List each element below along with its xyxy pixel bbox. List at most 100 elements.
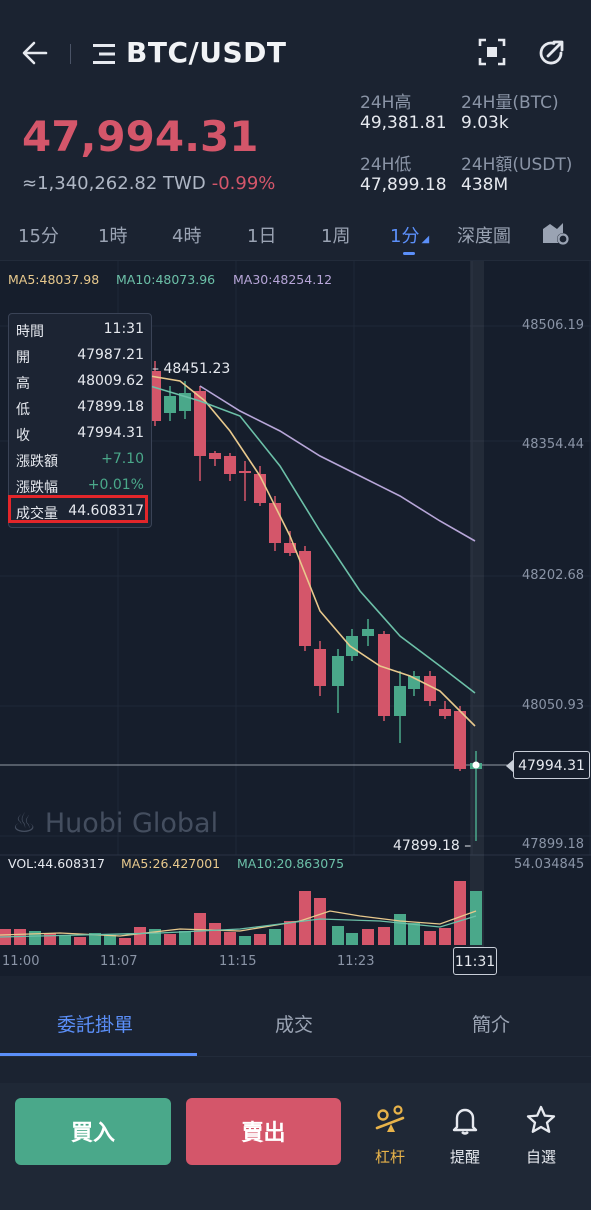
volume-bar: [470, 891, 482, 945]
change-percent: -0.99%: [211, 173, 276, 194]
candle: [378, 634, 390, 716]
volume-bar: [239, 936, 251, 945]
candle: [332, 656, 344, 686]
low-marker: 47899.18 –: [393, 838, 472, 854]
watermark-logo: ♨ Huobi Global: [12, 808, 218, 839]
tab-1day[interactable]: 1日: [247, 222, 276, 248]
crosshair-time-tag: 11:31: [453, 947, 497, 975]
candle: [269, 503, 281, 543]
candle: [164, 396, 176, 413]
volume-bar: [454, 881, 466, 945]
buy-button[interactable]: 買入: [15, 1098, 171, 1165]
tooltip-value: 47994.31: [77, 425, 144, 441]
current-price-tag: 47994.31: [506, 751, 590, 779]
tooltip-value: 47899.18: [77, 399, 144, 415]
volume-bar: [346, 933, 358, 945]
volume-bar: [104, 935, 116, 945]
tab-info[interactable]: 簡介: [472, 1010, 510, 1037]
candle: [239, 471, 251, 473]
volume-bar: [134, 927, 146, 945]
stat-label-24h-low: 24H低: [360, 155, 412, 175]
active-tab-indicator: [403, 252, 415, 255]
y-tick: 48506.19: [522, 318, 585, 333]
tooltip-row-change: 漲跌額 +7.10: [9, 447, 151, 473]
current-price-dot: [472, 761, 480, 769]
volume-bar: [59, 935, 71, 945]
back-arrow-icon[interactable]: [20, 38, 50, 68]
leverage-label[interactable]: 杠杆: [360, 1146, 420, 1167]
volume-bar: [254, 934, 266, 945]
tab-1week[interactable]: 1周: [321, 222, 350, 248]
pair-title[interactable]: BTC/USDT: [126, 36, 286, 69]
high-marker-value: 48451.23: [163, 361, 231, 377]
x-tick: 11:23: [337, 954, 375, 969]
tab-trades[interactable]: 成交: [275, 1010, 313, 1037]
candle: [362, 629, 374, 636]
alert-label[interactable]: 提醒: [435, 1146, 495, 1167]
volume-bar: [44, 933, 56, 945]
bell-icon[interactable]: [449, 1104, 481, 1136]
candle: [439, 709, 451, 716]
favorite-label[interactable]: 自選: [511, 1146, 571, 1167]
candle: [254, 474, 266, 503]
twd-value: ≈1,340,262.82 TWD: [22, 173, 206, 194]
ma30-label: MA30:48254.12: [233, 272, 333, 287]
tab-4hour[interactable]: 4時: [172, 222, 201, 248]
stat-value-24h-turnover: 438M: [461, 175, 509, 195]
tab-open-orders[interactable]: 委託掛單: [57, 1010, 133, 1037]
y-tick: 48050.93: [522, 698, 585, 713]
price-subline: ≈1,340,262.82 TWD -0.99%: [22, 173, 275, 194]
stat-label-24h-high: 24H高: [360, 93, 412, 113]
ma30-line: [199, 385, 476, 542]
share-icon[interactable]: [536, 38, 566, 68]
tooltip-value: 48009.62: [77, 373, 144, 389]
tooltip-label: 收: [16, 428, 30, 444]
ma5-label: MA5:48037.98: [8, 272, 100, 287]
chart-settings-icon[interactable]: [541, 219, 571, 247]
tooltip-row-time: 時間 11:31: [9, 317, 151, 343]
volume-highlight-box: [8, 495, 148, 523]
tooltip-row-open: 開 47987.21: [9, 343, 151, 369]
y-tick: 48354.44: [522, 437, 585, 452]
volume-bar: [394, 914, 406, 945]
tooltip-label: 開: [16, 350, 30, 366]
volume-max-label: 54.034845: [514, 857, 585, 872]
leverage-icon[interactable]: [374, 1104, 406, 1136]
tooltip-label: 漲跌幅: [16, 480, 58, 496]
volume-bar: [119, 938, 131, 945]
volume-bar: [439, 928, 451, 945]
tooltip-row-high: 高 48009.62: [9, 369, 151, 395]
header-divider: [70, 44, 71, 64]
tab-15min[interactable]: 15分: [18, 222, 59, 248]
sell-button[interactable]: 賣出: [186, 1098, 341, 1165]
candle: [314, 649, 326, 686]
x-tick: 11:00: [2, 954, 40, 969]
stat-label-24h-volume: 24H量(BTC): [461, 93, 559, 113]
watermark-flame-icon: ♨: [12, 808, 37, 839]
volume-bar: [164, 934, 176, 945]
volume-bar: [74, 937, 86, 945]
fullscreen-icon[interactable]: [478, 38, 506, 66]
volume-ma10-label: MA10:20.863075: [237, 856, 345, 871]
tab-1min[interactable]: 1分 ◢: [390, 222, 429, 248]
low-marker-value: 47899.18: [393, 838, 460, 854]
tooltip-label: 漲跌額: [16, 454, 58, 470]
tooltip-label: 高: [16, 376, 30, 392]
volume-bar: [224, 932, 236, 945]
volume-bar: [378, 927, 390, 945]
dropdown-caret-icon: ◢: [421, 234, 430, 245]
tooltip-row-close: 收 47994.31: [9, 421, 151, 447]
stat-label-24h-turnover: 24H額(USDT): [461, 155, 573, 175]
star-icon[interactable]: [525, 1104, 557, 1136]
volume-bar: [179, 931, 191, 945]
volume-bar: [209, 923, 221, 945]
candle: [454, 711, 466, 769]
volume-bar: [362, 929, 374, 945]
tab-depth-chart[interactable]: 深度圖: [457, 222, 511, 248]
volume-ma5-label: MA5:26.427001: [121, 856, 221, 871]
tooltip-value: 47987.21: [77, 347, 144, 363]
tab-1hour[interactable]: 1時: [98, 222, 127, 248]
candle: [394, 686, 406, 716]
pair-menu-icon[interactable]: [93, 42, 117, 66]
tooltip-row-low: 低 47899.18: [9, 395, 151, 421]
